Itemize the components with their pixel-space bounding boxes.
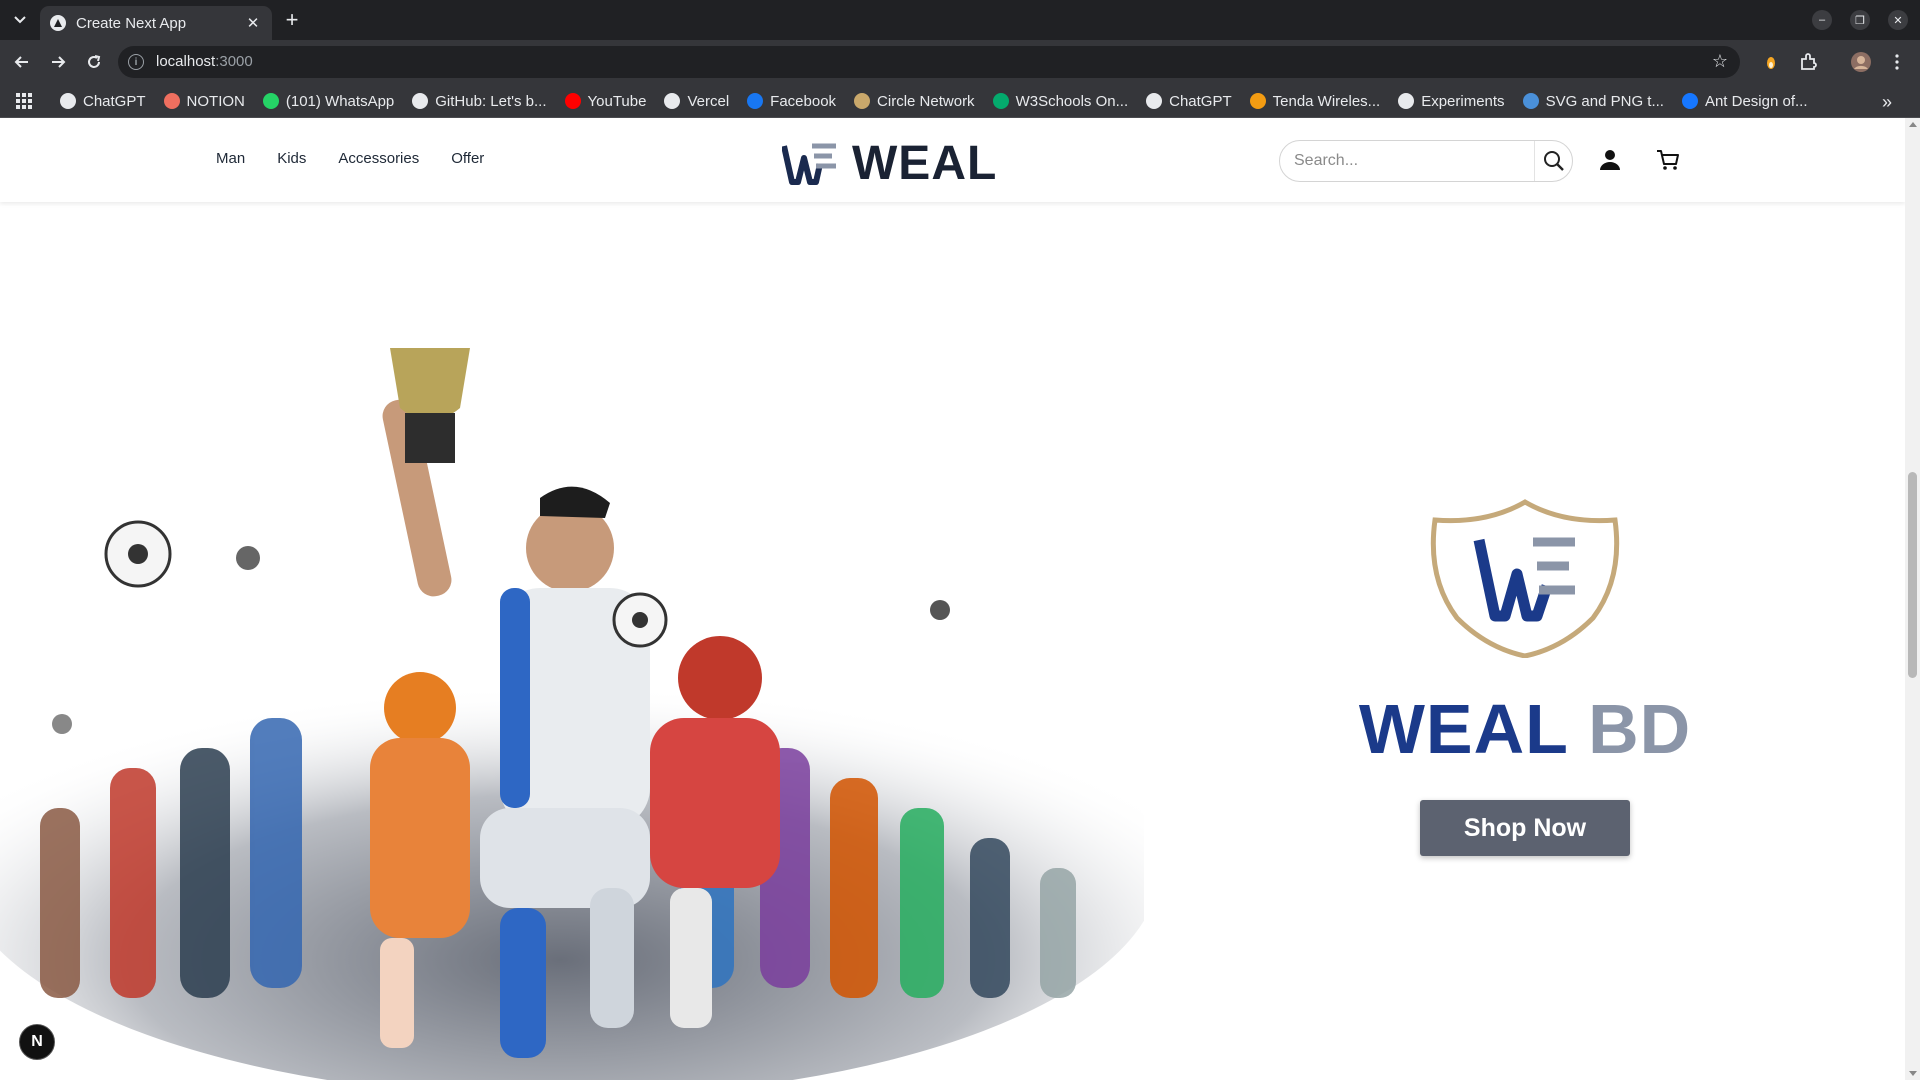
browser-toolbar: i localhost:3000 ☆ xyxy=(0,40,1920,84)
nav-link-offer[interactable]: Offer xyxy=(451,150,484,167)
hero-title-weal: WEAL xyxy=(1358,690,1568,768)
search-icon xyxy=(1543,151,1564,171)
new-tab-button[interactable]: + xyxy=(280,9,304,33)
reload-icon[interactable] xyxy=(82,50,106,74)
browser-tab[interactable]: Create Next App ✕ xyxy=(40,6,272,40)
svg-icon xyxy=(1522,93,1539,109)
bookmark-item[interactable]: YouTube xyxy=(564,92,647,110)
code-icon xyxy=(163,93,180,109)
chatgpt-icon xyxy=(1146,93,1163,109)
scroll-up-icon[interactable] xyxy=(1909,122,1917,127)
youtube-icon xyxy=(564,93,581,109)
main-nav: Man Kids Accessories Offer xyxy=(216,150,484,167)
bookmark-item[interactable]: W3Schools On... xyxy=(992,92,1129,110)
search-button[interactable] xyxy=(1534,141,1572,181)
bookmark-item[interactable]: Ant Design of... xyxy=(1681,92,1808,110)
hero-athletes-image xyxy=(0,348,1144,1080)
shield-logo-icon xyxy=(1430,499,1620,658)
bookmark-label: GitHub: Let's b... xyxy=(435,92,547,110)
bookmark-label: ChatGPT xyxy=(83,92,146,110)
profile-avatar-icon[interactable] xyxy=(1850,51,1872,73)
close-window-icon[interactable]: ✕ xyxy=(1888,10,1908,30)
tab-close-icon[interactable]: ✕ xyxy=(244,14,262,32)
site-info-icon[interactable]: i xyxy=(128,54,144,70)
extension-flame-icon[interactable] xyxy=(1760,51,1782,73)
bookmarks-overflow-icon[interactable]: » xyxy=(1882,92,1892,113)
bookmark-item[interactable]: Tenda Wireles... xyxy=(1249,92,1381,110)
brand-wordmark: WEAL xyxy=(852,137,998,190)
tab-search-button[interactable] xyxy=(8,8,32,32)
nav-link-accessories[interactable]: Accessories xyxy=(338,150,419,167)
whatsapp-icon xyxy=(262,93,279,109)
bookmark-star-icon[interactable]: ☆ xyxy=(1712,51,1728,72)
bookmark-label: Ant Design of... xyxy=(1704,92,1808,110)
bookmark-label: Tenda Wireles... xyxy=(1272,92,1381,110)
search-box xyxy=(1279,140,1573,182)
flask-icon xyxy=(1398,93,1415,109)
next-favicon-icon xyxy=(50,15,66,31)
nav-link-kids[interactable]: Kids xyxy=(277,150,306,167)
bookmark-label: (101) WhatsApp xyxy=(285,92,395,110)
bookmark-item[interactable]: Experiments xyxy=(1398,92,1505,110)
bookmark-item[interactable]: SVG and PNG t... xyxy=(1522,92,1664,110)
chevron-down-icon xyxy=(14,16,26,24)
bookmark-label: Vercel xyxy=(687,92,730,110)
url-text: localhost:3000 xyxy=(156,53,253,70)
bookmark-item[interactable]: Circle Network xyxy=(854,93,975,110)
shop-now-button[interactable]: Shop Now xyxy=(1420,800,1630,856)
bookmarks-bar: ChatGPT NOTION (101) WhatsApp GitHub: Let's… xyxy=(0,84,1920,118)
bookmark-label: Experiments xyxy=(1421,92,1505,110)
bookmark-label: YouTube xyxy=(587,92,647,110)
bookmark-label: NOTION xyxy=(186,92,245,110)
bookmarks-list: ChatGPT NOTION (101) WhatsApp GitHub: Let's… xyxy=(60,84,1826,118)
scroll-down-icon[interactable] xyxy=(1909,1071,1917,1076)
page-scrollbar[interactable] xyxy=(1905,118,1920,1080)
browser-menu-icon[interactable] xyxy=(1886,51,1908,73)
tab-title: Create Next App xyxy=(76,14,187,32)
brand-logo[interactable]: WEAL xyxy=(782,136,997,191)
site-header: Man Kids Accessories Offer WEAL xyxy=(0,118,1905,202)
bookmark-item[interactable]: NOTION xyxy=(163,92,245,110)
ant-design-icon xyxy=(1681,93,1698,109)
extensions-puzzle-icon[interactable] xyxy=(1797,51,1819,73)
cart-icon[interactable] xyxy=(1654,146,1682,174)
nav-link-man[interactable]: Man xyxy=(216,150,245,167)
bookmark-item[interactable]: Facebook xyxy=(747,93,836,110)
hero-title: WEAL BD xyxy=(1359,694,1691,764)
folder-icon xyxy=(664,93,681,109)
bookmark-item[interactable]: ChatGPT xyxy=(1146,93,1232,110)
account-icon[interactable] xyxy=(1596,146,1624,174)
forward-icon[interactable] xyxy=(46,50,70,74)
bookmark-label: Circle Network xyxy=(877,92,975,110)
bookmark-item[interactable]: (101) WhatsApp xyxy=(262,92,395,110)
bookmark-item[interactable]: ChatGPT xyxy=(60,93,146,110)
bookmark-label: W3Schools On... xyxy=(1015,92,1129,110)
tenda-icon xyxy=(1249,93,1266,109)
scrollbar-thumb[interactable] xyxy=(1908,472,1917,678)
w3schools-icon xyxy=(992,93,1009,109)
next-dev-indicator[interactable]: N xyxy=(19,1024,55,1060)
bookmark-item[interactable]: Vercel xyxy=(664,93,729,110)
address-bar[interactable]: i localhost:3000 ☆ xyxy=(118,46,1740,78)
we-monogram-icon xyxy=(782,143,836,185)
hero-title-bd: BD xyxy=(1588,690,1692,768)
apps-grid-icon[interactable] xyxy=(16,93,32,109)
page-viewport: Man Kids Accessories Offer WEAL Search..… xyxy=(0,118,1920,1080)
minimize-icon[interactable]: – xyxy=(1812,10,1832,30)
bookmark-item[interactable]: GitHub: Let's b... xyxy=(412,92,547,110)
hero-brand-panel: WEAL BD Shop Now xyxy=(1330,498,1720,856)
bookmark-label: ChatGPT xyxy=(1169,92,1232,110)
github-icon xyxy=(412,93,429,109)
circle-network-icon xyxy=(854,93,871,109)
browser-tab-bar: Create Next App ✕ + – ❐ ✕ xyxy=(0,0,1920,40)
bookmark-label: Facebook xyxy=(770,92,837,110)
back-icon[interactable] xyxy=(10,50,34,74)
restore-icon[interactable]: ❐ xyxy=(1850,10,1870,30)
search-input[interactable] xyxy=(1294,150,1524,172)
facebook-icon xyxy=(747,93,764,109)
bookmark-label: SVG and PNG t... xyxy=(1545,92,1664,110)
chatgpt-icon xyxy=(60,93,76,109)
